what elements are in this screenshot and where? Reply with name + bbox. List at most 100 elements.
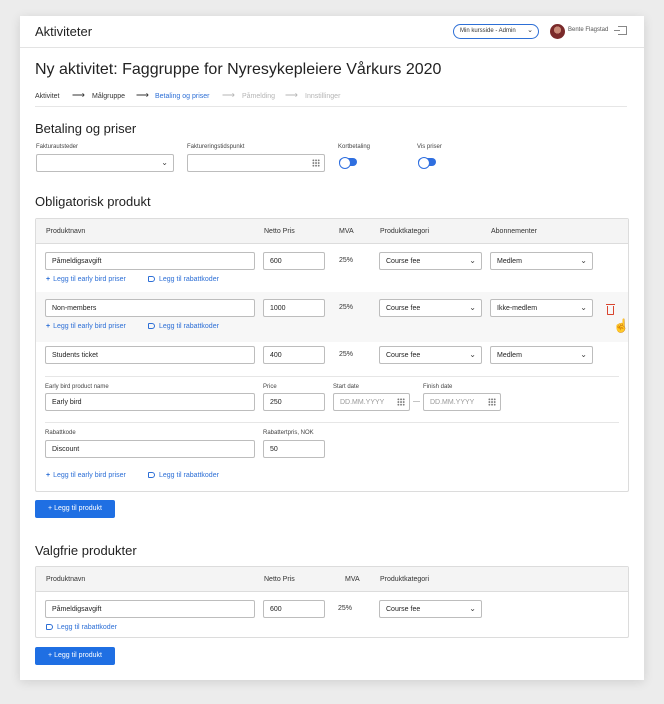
mva-value: 25% — [339, 304, 354, 311]
arrow-right-icon: ⟶ — [72, 90, 85, 100]
logout-icon[interactable] — [614, 26, 627, 35]
product-category-select[interactable]: Course fee ⌄ — [379, 252, 482, 270]
show-prices-toggle[interactable] — [418, 157, 436, 169]
product-category-value: Course fee — [386, 305, 421, 312]
chevron-down-icon: ⌄ — [469, 604, 476, 613]
invoice-time-input[interactable] — [187, 154, 325, 172]
trash-icon[interactable] — [606, 304, 615, 315]
column-header: Netto Pris — [264, 576, 295, 583]
add-discount-label: Legg til rabattkoder — [159, 472, 219, 479]
net-price-input[interactable]: 400 — [263, 346, 325, 364]
step-malgruppe[interactable]: Målgruppe — [92, 93, 125, 100]
add-product-button[interactable]: + Legg til produkt — [35, 500, 115, 518]
user-name: Bente Flagstad — [568, 27, 609, 33]
calendar-icon — [397, 398, 405, 406]
top-bar: Aktiviteter Min kursside - Admin ⌄ Bente… — [20, 16, 644, 48]
chevron-down-icon: ⌄ — [469, 350, 476, 359]
mandatory-products-card: Produktnavn Netto Pris MVA Produktkatego… — [35, 218, 629, 492]
net-price-input[interactable]: 600 — [263, 252, 325, 270]
subscription-select[interactable]: Ikke-medlem ⌄ — [490, 299, 593, 317]
tag-icon — [46, 624, 53, 630]
step-betaling-og-priser[interactable]: Betaling og priser — [155, 93, 209, 100]
app-window: Aktiviteter Min kursside - Admin ⌄ Bente… — [20, 16, 644, 680]
add-optional-product-button[interactable]: + Legg til produkt — [35, 647, 115, 665]
product-category-select[interactable]: Course fee ⌄ — [379, 346, 482, 364]
chevron-down-icon: ⌄ — [527, 27, 533, 34]
invoice-time-label: Faktureringstidspunkt — [187, 144, 245, 150]
start-date-placeholder: DD.MM.YYYY — [340, 399, 385, 406]
arrow-right-icon: ⟶ — [222, 90, 235, 100]
discount-code-input[interactable]: Discount — [45, 440, 255, 458]
column-header: Produktkategori — [380, 576, 430, 583]
mandatory-heading: Obligatorisk produkt — [35, 194, 151, 209]
add-discount-label: Legg til rabattkoder — [159, 323, 219, 330]
add-discount-label: Legg til rabattkoder — [159, 276, 219, 283]
add-discount-link[interactable]: Legg til rabattkoder — [148, 276, 219, 283]
plus-icon: + — [46, 472, 51, 479]
tag-icon — [148, 276, 155, 282]
net-price-input[interactable]: 600 — [263, 600, 325, 618]
stepper-divider — [35, 106, 195, 107]
add-discount-label: Legg til rabattkoder — [57, 624, 117, 631]
invoice-issuer-label: Fakturautsteder — [36, 144, 79, 150]
early-bird-price-label: Price — [263, 384, 277, 390]
column-header: Abonnementer — [491, 228, 537, 235]
product-name-input[interactable]: Non-members — [45, 299, 255, 317]
tag-icon — [148, 472, 155, 478]
course-select[interactable]: Min kursside - Admin ⌄ — [453, 24, 539, 39]
early-bird-name-label: Early bird product name — [45, 384, 109, 390]
mva-value: 25% — [338, 605, 353, 612]
product-name-input[interactable]: Påmeldigsavgift — [45, 252, 255, 270]
avatar[interactable] — [550, 24, 565, 39]
card-payment-toggle[interactable] — [339, 157, 357, 169]
net-price-input[interactable]: 1000 — [263, 299, 325, 317]
add-early-bird-link[interactable]: + Legg til early bird priser — [46, 276, 126, 283]
mva-value: 25% — [339, 351, 354, 358]
chevron-down-icon: ⌄ — [580, 350, 587, 359]
product-category-select[interactable]: Course fee ⌄ — [379, 600, 482, 618]
optional-products-card: Produktnavn Netto Pris MVA Produktkatego… — [35, 566, 629, 638]
product-category-value: Course fee — [386, 606, 421, 613]
payment-heading: Betaling og priser — [35, 121, 137, 136]
early-bird-price-input[interactable]: 250 — [263, 393, 325, 411]
page-title: Ny aktivitet: Faggruppe for Nyresykeplei… — [35, 61, 442, 78]
show-prices-label: Vis priser — [417, 144, 442, 150]
step-innstillinger[interactable]: Innstillinger — [305, 93, 340, 100]
step-pamelding[interactable]: Påmelding — [242, 93, 275, 100]
finish-date-placeholder: DD.MM.YYYY — [430, 399, 475, 406]
product-name-input[interactable]: Students ticket — [45, 346, 255, 364]
subscription-value: Medlem — [497, 258, 522, 265]
discount-price-label: Rabattertpris, NOK — [263, 430, 314, 436]
column-header: Produktnavn — [46, 228, 86, 235]
subscription-value: Ikke-medlem — [497, 305, 538, 312]
step-aktivitet[interactable]: Aktivitet — [35, 93, 60, 100]
add-discount-link[interactable]: Legg til rabattkoder — [148, 472, 219, 479]
column-header: Produktnavn — [46, 576, 86, 583]
column-header: MVA — [345, 576, 360, 583]
course-select-label: Min kursside - Admin — [460, 28, 516, 34]
invoice-issuer-select[interactable]: ⌄ — [36, 154, 174, 172]
start-date-label: Start date — [333, 384, 360, 390]
product-name-input[interactable]: Påmeldigsavgift — [45, 600, 255, 618]
finish-date-label: Finish date — [423, 384, 453, 390]
early-bird-name-input[interactable]: Early bird — [45, 393, 255, 411]
chevron-down-icon: ⌄ — [580, 303, 587, 312]
divider — [45, 422, 619, 423]
table-header: Produktnavn Netto Pris MVA Produktkatego… — [36, 219, 628, 244]
plus-icon: + — [46, 276, 51, 283]
arrow-right-icon: ⟶ — [285, 90, 298, 100]
add-early-bird-label: Legg til early bird priser — [53, 472, 126, 479]
discount-price-input[interactable]: 50 — [263, 440, 325, 458]
add-discount-link[interactable]: Legg til rabattkoder — [46, 624, 117, 631]
product-category-value: Course fee — [386, 258, 421, 265]
add-early-bird-link[interactable]: + Legg til early bird priser — [46, 323, 126, 330]
start-date-input[interactable]: DD.MM.YYYY — [333, 393, 410, 411]
subscription-select[interactable]: Medlem ⌄ — [490, 346, 593, 364]
subscription-select[interactable]: Medlem ⌄ — [490, 252, 593, 270]
add-early-bird-label: Legg til early bird priser — [53, 276, 126, 283]
product-category-select[interactable]: Course fee ⌄ — [379, 299, 482, 317]
hand-cursor-icon: ☝ — [613, 318, 630, 333]
finish-date-input[interactable]: DD.MM.YYYY — [423, 393, 501, 411]
add-early-bird-link[interactable]: + Legg til early bird priser — [46, 472, 126, 479]
add-discount-link[interactable]: Legg til rabattkoder — [148, 323, 219, 330]
